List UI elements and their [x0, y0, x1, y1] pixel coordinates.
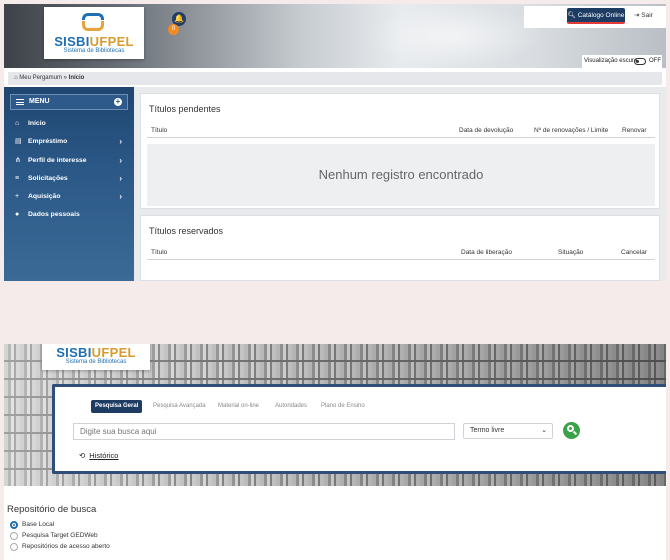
column-header: Nº de renovações / Limite	[534, 127, 609, 134]
dark-mode-label: Visualização escura	[584, 58, 638, 64]
menu-title: MENU	[29, 98, 50, 105]
sidebar-item-perfil[interactable]: ⋔ Perfil de interesse ›	[10, 152, 128, 170]
logo-mark-icon	[82, 13, 104, 33]
menu-header[interactable]: MENU +	[10, 94, 128, 110]
column-header: Título	[151, 249, 168, 256]
sisbi-logo[interactable]: SISBIUFPEL Sistema de Bibliotecas	[42, 344, 150, 370]
catalog-online-label: Catálogo Online	[577, 12, 625, 19]
repository-option-target-gedweb[interactable]: Pesquisa Target GEDWeb	[10, 531, 98, 541]
chevron-right-icon: ›	[119, 192, 122, 202]
search-icon: 🔍︎	[567, 12, 576, 19]
sidebar-item-solicitacoes[interactable]: ≡ Solicitações ›	[10, 170, 128, 188]
logo-subtitle: Sistema de Bibliotecas	[63, 48, 125, 54]
catalog-search-screenshot: SISBIUFPEL Sistema de Bibliotecas Pesqui…	[4, 344, 666, 560]
dark-mode-state: OFF	[649, 58, 661, 64]
pending-table-header: Título Data de devolução Nº de renovaçõe…	[147, 124, 655, 138]
home-icon: ⌂	[14, 75, 18, 81]
reserved-titles-card: Títulos reservados Título Data de libera…	[140, 215, 660, 281]
search-type-value: Termo livre	[470, 427, 505, 434]
chevron-right-icon: ›	[119, 155, 122, 165]
catalog-online-button[interactable]: 🔍︎ Catálogo Online	[567, 8, 625, 24]
exit-link[interactable]: ⇥ Sair	[634, 8, 653, 24]
repository-option-acesso-aberto[interactable]: Repositórios de acesso aberto	[10, 542, 110, 552]
list-icon: ≡	[15, 174, 20, 182]
sign-out-icon: ⇥	[634, 12, 640, 19]
empty-message: Nenhum registro encontrado	[147, 144, 655, 206]
sidebar-item-inicio[interactable]: ⌂ Início	[10, 115, 128, 133]
option-label: Base Local	[22, 521, 55, 528]
column-header: Data de devolução	[459, 127, 514, 134]
sidebar-item-label: Solicitações	[28, 174, 68, 182]
sidebar-item-label: Aquisição	[28, 193, 61, 201]
breadcrumb: ⌂ Meu Pergamum » Início	[8, 72, 662, 85]
logo-name-a: SISBI	[54, 34, 90, 49]
sidebar-item-aquisicao[interactable]: + Aquisição ›	[10, 188, 128, 206]
tab-pesquisa-geral[interactable]: Pesquisa Geral	[91, 400, 143, 413]
logo-subtitle: Sistema de Bibliotecas	[65, 359, 127, 365]
option-label: Repositórios de acesso aberto	[22, 543, 110, 550]
radio-button-selected[interactable]	[10, 521, 18, 529]
tab-plano-de-ensino[interactable]: Plano de Ensino	[317, 400, 369, 413]
radio-button[interactable]	[10, 543, 18, 551]
radio-button[interactable]	[10, 532, 18, 540]
breadcrumb-current: Início	[68, 75, 85, 81]
sidebar-item-label: Empréstimo	[28, 138, 68, 146]
sidebar-item-label: Perfil de interesse	[28, 156, 87, 164]
chevron-down-icon: ⌄	[541, 427, 547, 434]
sidebar-item-emprestimo[interactable]: ▤ Empréstimo ›	[10, 133, 128, 151]
reserved-title: Títulos reservados	[149, 226, 224, 236]
sidebar-menu-list: ⌂ Início ▤ Empréstimo › ⋔ Perfil de inte…	[10, 115, 128, 225]
pergamum-dashboard-screenshot: SISBIUFPEL Sistema de Bibliotecas 🔔 0 🔍︎…	[4, 4, 666, 281]
book-icon: ▤	[15, 138, 22, 146]
column-header: Renovar	[622, 127, 647, 134]
dark-mode-toggle[interactable]: Visualização escura OFF	[582, 55, 662, 68]
logo-name-b: UFPEL	[89, 34, 134, 49]
logo-name-b: UFPEL	[91, 345, 136, 360]
breadcrumb-root[interactable]: Meu Pergamum	[19, 75, 62, 81]
repository-option-base-local[interactable]: Base Local	[10, 520, 54, 530]
column-header: Título	[151, 127, 168, 134]
history-label: Histórico	[89, 451, 119, 460]
sidebar-item-label: Dados pessoais	[28, 211, 80, 219]
repository-title: Repositório de busca	[7, 504, 97, 515]
logo-name-a: SISBI	[56, 345, 92, 360]
column-header: Cancelar	[621, 249, 648, 256]
sisbi-logo[interactable]: SISBIUFPEL Sistema de Bibliotecas	[44, 7, 144, 59]
hamburger-icon	[16, 99, 24, 105]
breadcrumb-separator: »	[63, 75, 67, 81]
tab-pesquisa-avancada[interactable]: Pesquisa Avançada	[149, 400, 210, 413]
pending-title: Títulos pendentes	[149, 104, 221, 114]
tab-material-online[interactable]: Material on-line	[214, 400, 263, 413]
toggle-switch[interactable]	[634, 58, 646, 65]
user-icon: ●	[15, 211, 20, 219]
chevron-right-icon: ›	[119, 137, 122, 147]
tab-autoridades[interactable]: Autoridades	[271, 400, 311, 413]
notification-count-badge: 0	[168, 24, 179, 35]
chevron-right-icon: ›	[119, 173, 122, 183]
home-icon: ⌂	[15, 120, 20, 127]
column-header: Situação	[558, 249, 584, 256]
option-label: Pesquisa Target GEDWeb	[22, 532, 98, 539]
search-panel: Pesquisa Geral Pesquisa Avançada Materia…	[52, 384, 666, 474]
sidebar: MENU + ⌂ Início ▤ Empréstimo › ⋔ Perfil …	[4, 87, 134, 281]
history-icon: ⟲	[79, 451, 86, 460]
sidebar-item-dados-pessoais[interactable]: ● Dados pessoais	[10, 206, 128, 224]
search-button[interactable]	[563, 422, 580, 439]
main-content: Títulos pendentes Título Data de devoluç…	[134, 87, 666, 281]
expand-plus-icon[interactable]: +	[114, 98, 122, 106]
plus-icon: +	[15, 193, 20, 201]
sitemap-icon: ⋔	[15, 156, 21, 164]
reserved-table-header: Título Data de liberação Situação Cancel…	[147, 246, 655, 260]
column-header: Data de liberação	[461, 249, 512, 256]
search-input[interactable]	[73, 423, 455, 440]
sidebar-item-label: Início	[28, 120, 46, 127]
exit-label: Sair	[641, 12, 653, 19]
search-type-select[interactable]: Termo livre ⌄	[463, 423, 553, 439]
pending-titles-card: Títulos pendentes Título Data de devoluç…	[140, 93, 660, 209]
history-link[interactable]: ⟲ Histórico	[79, 451, 118, 460]
